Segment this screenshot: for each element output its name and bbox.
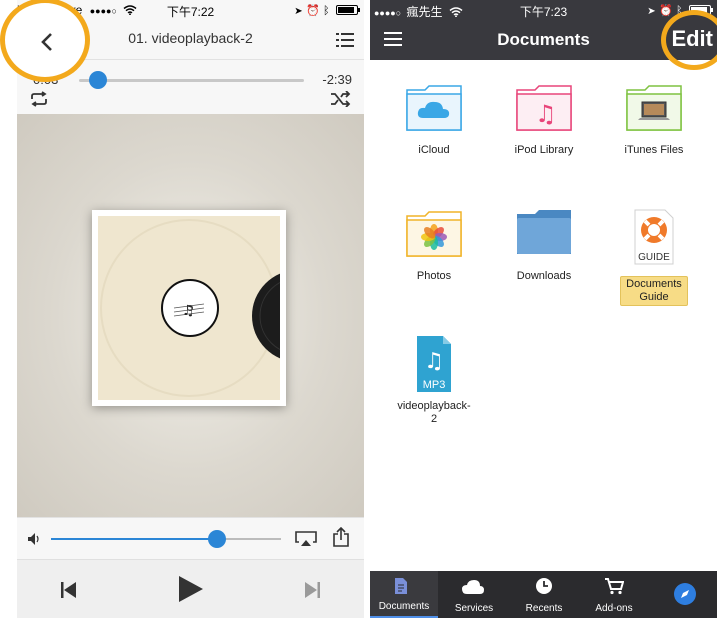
bluetooth-icon: ᛒ (323, 5, 330, 17)
documents-grid: iCloud ♫ iPod Library iTunes Files Photo… (370, 60, 717, 571)
photos-folder-icon (406, 211, 462, 257)
tab-documents[interactable]: Documents (370, 571, 438, 618)
tab-label: Recents (525, 603, 563, 614)
list-icon[interactable] (336, 32, 354, 48)
document-icon (395, 578, 407, 594)
tab-label: Services (454, 603, 494, 614)
folder-item-ipod-library[interactable]: ♫ iPod Library (489, 82, 599, 157)
tab-browser[interactable] (660, 571, 717, 618)
svg-text:♫: ♫ (424, 349, 444, 374)
icloud-folder-icon (406, 85, 462, 131)
music-player-screen: iCloud Drive ●●●●○ 下午7:22 ➤ ⏰ ᛒ 01. vide… (17, 0, 364, 618)
share-icon[interactable] (333, 527, 349, 547)
music-note-icon: ♫ (182, 303, 195, 319)
tab-add-ons[interactable]: Add-ons (580, 571, 648, 618)
album-artwork: ♫ (92, 210, 286, 406)
shuffle-icon[interactable] (330, 91, 352, 107)
progress-knob[interactable] (89, 71, 108, 89)
battery-icon (336, 5, 360, 15)
skip-back-icon[interactable] (61, 581, 77, 599)
tab-services[interactable]: Services (440, 571, 508, 618)
back-button[interactable] (0, 0, 90, 82)
status-bar: ●●●●○ 瘋先生 下午7:23 ➤ ⏰ ᛒ (370, 0, 717, 20)
clock-icon (536, 578, 552, 594)
tab-recents[interactable]: Recents (510, 571, 578, 618)
folder-item-itunes-files[interactable]: iTunes Files (599, 82, 709, 157)
edit-button[interactable]: Edit (671, 26, 713, 52)
skip-forward-icon[interactable] (304, 581, 320, 599)
laptop-folder-icon (626, 85, 682, 131)
remaining-time: -2:39 (322, 72, 352, 87)
item-label: Documents Guide (620, 276, 688, 306)
item-label: Downloads (516, 270, 572, 282)
guide-badge-text: GUIDE (638, 252, 670, 263)
tab-label: Documents (378, 601, 430, 612)
tab-label: Add-ons (595, 603, 633, 614)
volume-track-rest[interactable] (216, 538, 281, 540)
tab-bar: Documents Services Recents Add-ons (370, 571, 717, 618)
compass-icon (674, 583, 696, 605)
guide-lifebuoy-icon: GUIDE (634, 209, 674, 265)
downloads-folder-icon (517, 210, 571, 254)
folder-item-downloads[interactable]: Downloads (489, 208, 599, 283)
folder-item-photos[interactable]: Photos (379, 208, 489, 283)
chevron-left-icon (41, 33, 52, 51)
play-icon[interactable] (178, 575, 204, 603)
documents-screen: ●●●●○ 瘋先生 下午7:23 ➤ ⏰ ᛒ Documents Edit iC… (370, 0, 717, 618)
cart-icon (605, 578, 624, 595)
file-item-videoplayback-2[interactable]: ♫ MP3 videoplayback-2 (379, 334, 489, 426)
item-label: iCloud (418, 144, 450, 156)
progress-track[interactable] (79, 79, 304, 82)
volume-bar (17, 517, 364, 559)
music-folder-icon: ♫ (516, 85, 572, 131)
folder-item-icloud[interactable]: iCloud (379, 82, 489, 157)
speaker-icon (28, 533, 39, 545)
file-item-documents-guide[interactable]: GUIDE Documents Guide (599, 208, 709, 306)
airplay-icon[interactable] (295, 531, 317, 547)
item-label: videoplayback-2 (397, 400, 471, 425)
item-label: iTunes Files (624, 144, 684, 156)
cloud-icon (462, 580, 484, 594)
transport-controls (17, 559, 364, 618)
svg-text:♫: ♫ (535, 100, 557, 128)
mp3-file-icon: ♫ MP3 (417, 336, 451, 392)
artwork-background: ♫ (17, 114, 364, 517)
alarm-icon: ⏰ (306, 5, 320, 17)
location-icon: ➤ (647, 6, 656, 17)
item-label: iPod Library (514, 144, 574, 156)
alarm-icon: ⏰ (659, 5, 673, 17)
volume-knob[interactable] (207, 530, 226, 548)
location-icon: ➤ (294, 6, 303, 17)
item-label: Photos (416, 270, 452, 282)
mp3-badge-text: MP3 (423, 379, 446, 391)
repeat-icon[interactable] (29, 91, 49, 107)
